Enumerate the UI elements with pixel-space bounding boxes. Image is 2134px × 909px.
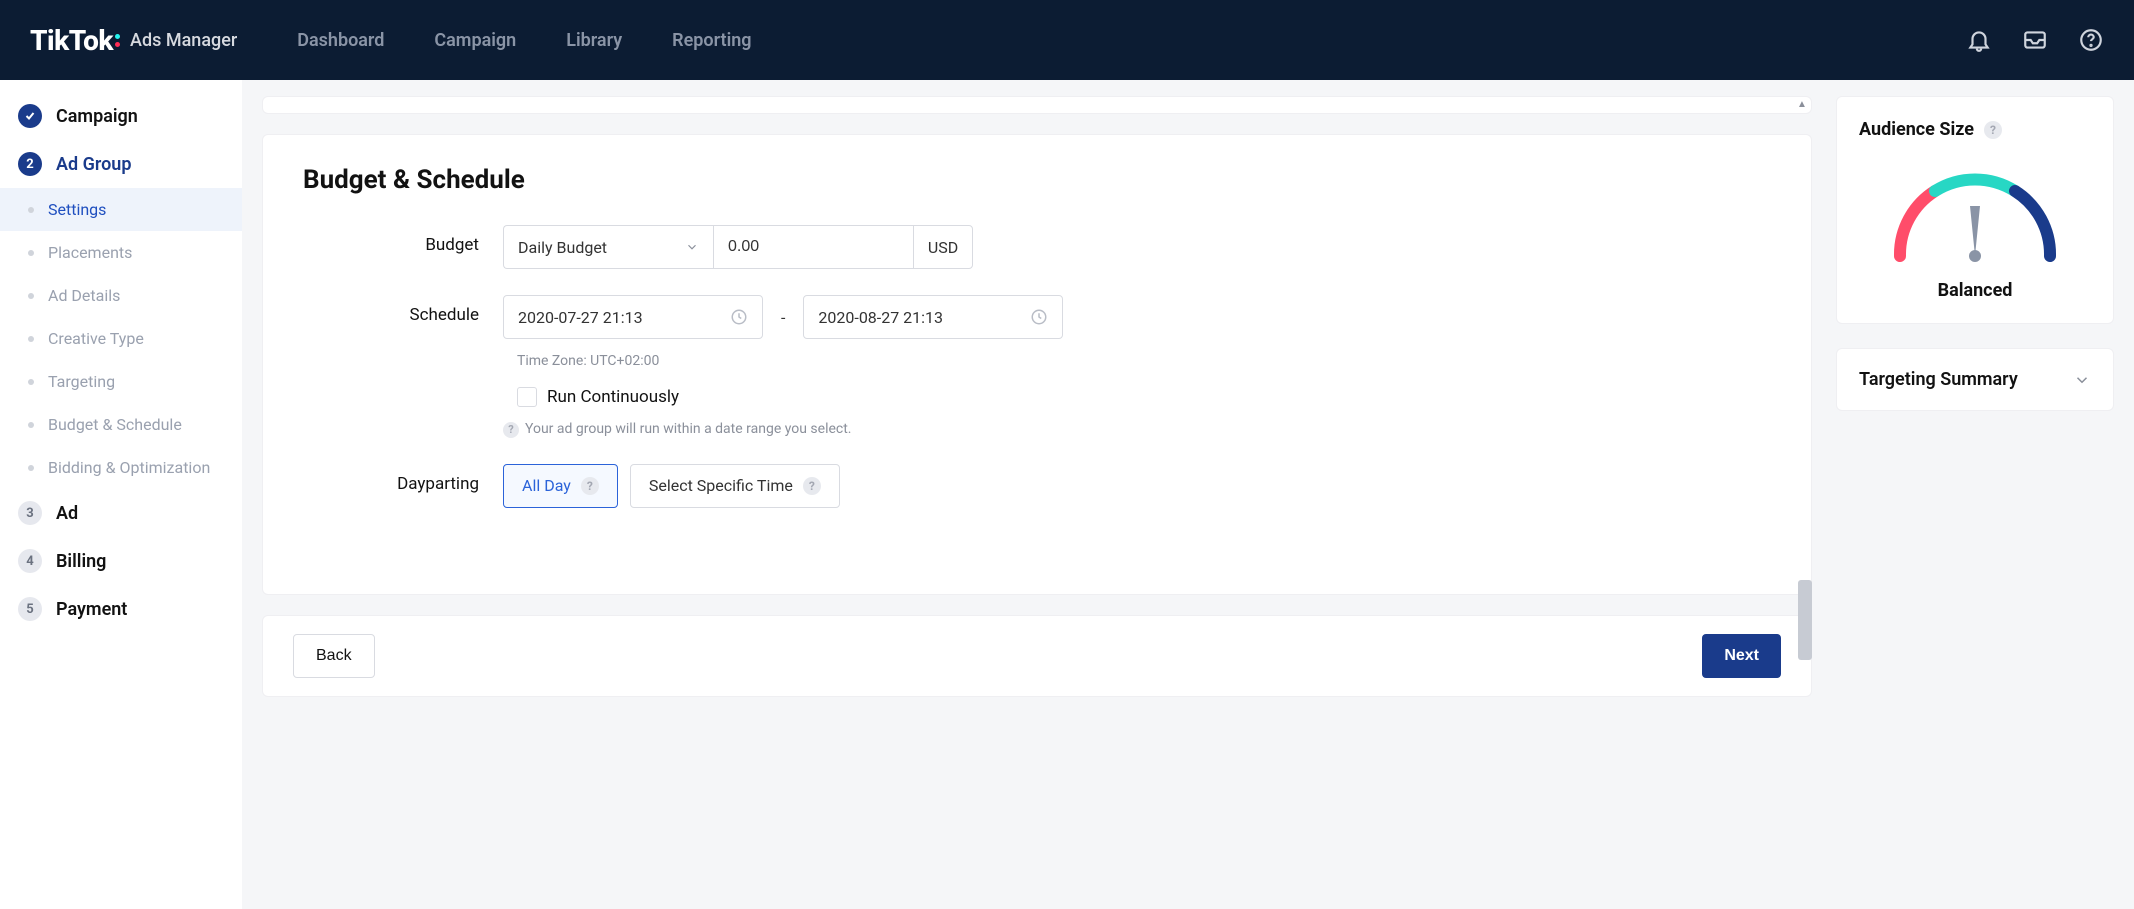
budget-row: Budget Daily Budget USD [303, 225, 1771, 269]
bullet-icon [28, 422, 34, 428]
budget-currency: USD [913, 225, 973, 269]
nav-reporting[interactable]: Reporting [672, 30, 751, 51]
audience-status: Balanced [1938, 280, 2013, 301]
step-label: Ad [56, 503, 78, 524]
bullet-icon [28, 293, 34, 299]
step-label: Ad Group [56, 154, 131, 175]
sidebar-item-creative-type[interactable]: Creative Type [0, 317, 242, 360]
footer-nav-card: Back Next [262, 615, 1812, 697]
step-number-icon: 3 [18, 501, 42, 525]
dayparting-all-day-button[interactable]: All Day ? [503, 464, 618, 508]
budget-amount-input[interactable] [713, 225, 913, 269]
dayparting-label: Dayparting [303, 464, 503, 494]
help-icon: ? [581, 477, 599, 495]
back-button[interactable]: Back [293, 634, 375, 678]
step-label: Campaign [56, 106, 138, 127]
gauge-icon [1880, 156, 2070, 266]
topbar-actions [1966, 27, 2104, 53]
sidebar-item-budget-schedule[interactable]: Budget & Schedule [0, 403, 242, 446]
step-number-icon: 5 [18, 597, 42, 621]
right-panel: Audience Size ? Balanced Targeting Summa… [1836, 80, 2114, 909]
budget-label: Budget [303, 225, 503, 255]
run-continuously-checkbox[interactable] [517, 387, 537, 407]
dayparting-specific-time-button[interactable]: Select Specific Time ? [630, 464, 840, 508]
clock-icon [730, 308, 748, 326]
step-ad-group[interactable]: 2 Ad Group [0, 140, 242, 188]
schedule-hint: ?Your ad group will run within a date ra… [503, 421, 1771, 438]
step-campaign[interactable]: Campaign [0, 92, 242, 140]
targeting-summary-accordion[interactable]: Targeting Summary [1836, 348, 2114, 411]
scroll-up-arrow-icon[interactable]: ▲ [1794, 96, 1810, 112]
sidebar-item-ad-details[interactable]: Ad Details [0, 274, 242, 317]
budget-schedule-card: Budget & Schedule Budget Daily Budget US… [262, 134, 1812, 595]
bullet-icon [28, 336, 34, 342]
top-bar: TikTok Ads Manager Dashboard Campaign Li… [0, 0, 2134, 80]
nav-campaign[interactable]: Campaign [434, 30, 516, 51]
targeting-summary-title: Targeting Summary [1859, 369, 2018, 390]
audience-size-title: Audience Size [1859, 119, 1974, 140]
logo-text: TikTok [30, 24, 120, 57]
info-icon: ? [503, 422, 519, 438]
help-icon: ? [803, 477, 821, 495]
sidebar-item-placements[interactable]: Placements [0, 231, 242, 274]
inbox-icon[interactable] [2022, 27, 2048, 53]
chevron-down-icon [2073, 371, 2091, 389]
bell-icon[interactable] [1966, 27, 1992, 53]
scrollbar-thumb[interactable] [1798, 580, 1812, 660]
previous-card-peek [262, 96, 1812, 114]
dayparting-row: Dayparting All Day ? Select Specific Tim… [303, 464, 1771, 508]
schedule-end-input[interactable]: 2020-08-27 21:13 [803, 295, 1063, 339]
help-icon: ? [1984, 121, 2002, 139]
chevron-down-icon [685, 240, 699, 254]
schedule-row: Schedule 2020-07-27 21:13 - 2020-08-27 2… [303, 295, 1771, 438]
logo: TikTok Ads Manager [30, 24, 237, 57]
step-number-icon: 4 [18, 549, 42, 573]
date-range-separator: - [781, 308, 785, 327]
nav-dashboard[interactable]: Dashboard [297, 30, 384, 51]
step-billing[interactable]: 4 Billing [0, 537, 242, 585]
sidebar-item-settings[interactable]: Settings [0, 188, 242, 231]
check-icon [18, 104, 42, 128]
bullet-icon [28, 465, 34, 471]
nav-library[interactable]: Library [566, 30, 622, 51]
bullet-icon [28, 379, 34, 385]
sidebar-item-targeting[interactable]: Targeting [0, 360, 242, 403]
top-nav: Dashboard Campaign Library Reporting [297, 30, 751, 51]
ad-group-subitems: Settings Placements Ad Details Creative … [0, 188, 242, 489]
sidebar: Campaign 2 Ad Group Settings Placements … [0, 80, 242, 909]
next-button[interactable]: Next [1702, 634, 1781, 678]
run-continuously-label: Run Continuously [547, 387, 679, 407]
step-label: Billing [56, 551, 106, 572]
budget-type-select[interactable]: Daily Budget [503, 225, 713, 269]
content-scroll: ▲ Budget & Schedule Budget Daily Budget [262, 80, 1812, 909]
sidebar-item-bidding-optimization[interactable]: Bidding & Optimization [0, 446, 242, 489]
schedule-start-input[interactable]: 2020-07-27 21:13 [503, 295, 763, 339]
card-title: Budget & Schedule [303, 165, 1771, 195]
timezone-text: Time Zone: UTC+02:00 [517, 353, 1771, 369]
logo-sub: Ads Manager [130, 30, 237, 51]
step-number-icon: 2 [18, 152, 42, 176]
step-ad[interactable]: 3 Ad [0, 489, 242, 537]
help-icon[interactable] [2078, 27, 2104, 53]
schedule-label: Schedule [303, 295, 503, 325]
audience-size-card: Audience Size ? Balanced [1836, 96, 2114, 324]
step-label: Payment [56, 599, 127, 620]
bullet-icon [28, 250, 34, 256]
clock-icon [1030, 308, 1048, 326]
bullet-icon [28, 207, 34, 213]
step-payment[interactable]: 5 Payment [0, 585, 242, 633]
